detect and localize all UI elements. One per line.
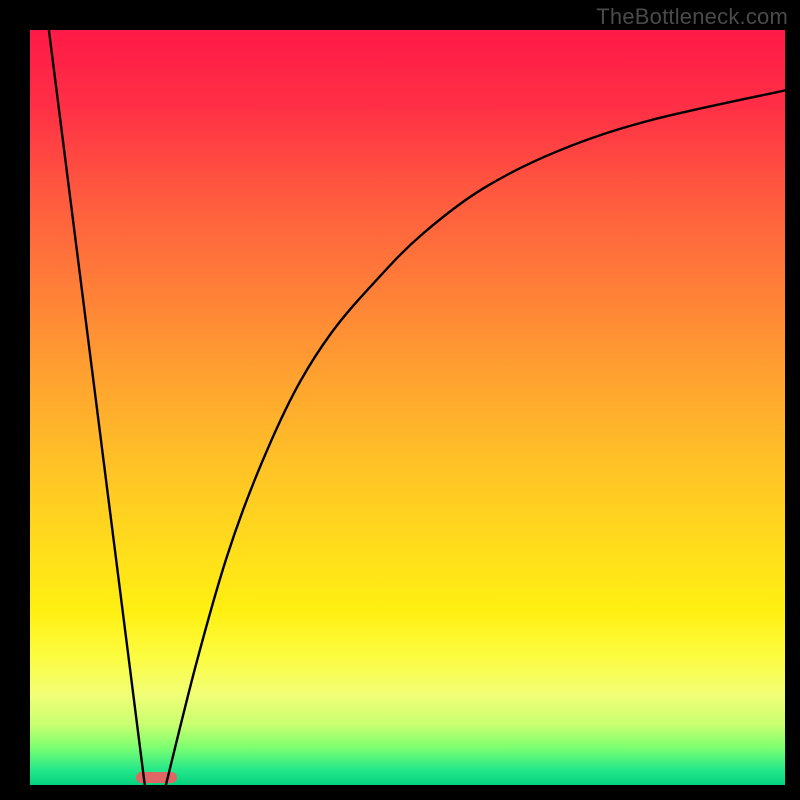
plot-area <box>30 30 785 785</box>
bottleneck-curve <box>30 30 785 785</box>
watermark-text: TheBottleneck.com <box>596 4 788 30</box>
curve-left-branch <box>49 30 145 785</box>
curve-right-branch <box>166 90 785 785</box>
chart-frame: TheBottleneck.com <box>0 0 800 800</box>
